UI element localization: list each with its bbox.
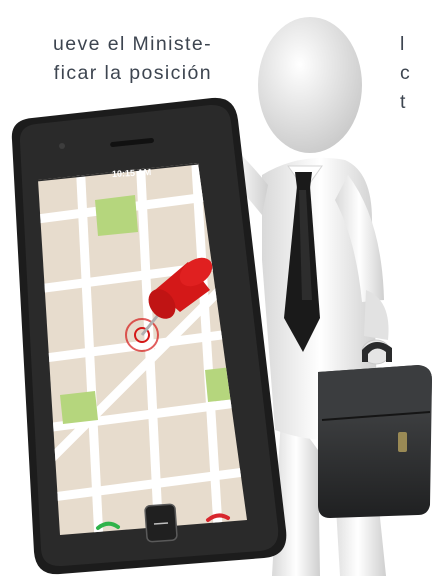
head <box>258 17 362 153</box>
status-time-label: 10:15 AM <box>111 166 152 180</box>
illustration <box>11 17 432 576</box>
home-button-icon[interactable] <box>144 503 178 543</box>
